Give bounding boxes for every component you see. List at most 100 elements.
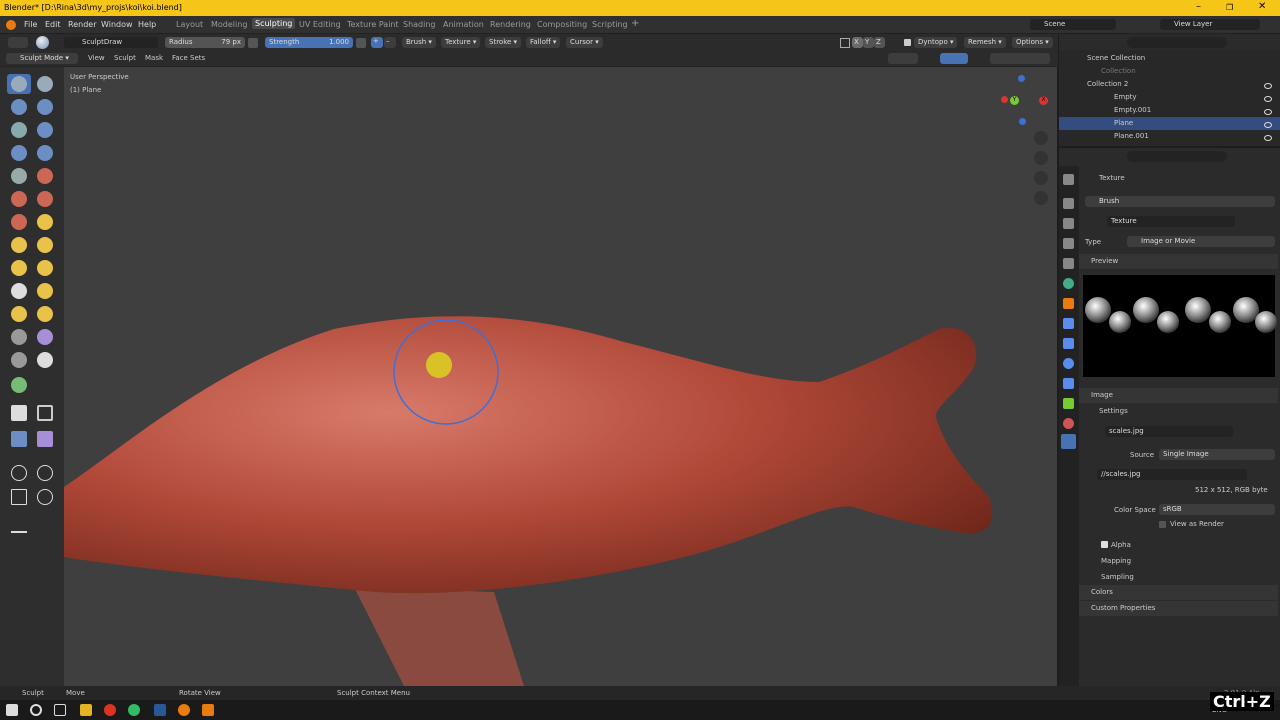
3d-viewport[interactable]: User Perspective (1) Plane X Y Z	[64, 67, 1057, 686]
tab-sculpting[interactable]: Sculpting	[252, 18, 296, 29]
source-dropdown[interactable]: Single Image	[1159, 449, 1275, 460]
colors-panel-header[interactable]: Colors	[1079, 585, 1278, 600]
stroke-dropdown[interactable]: Stroke ▾	[485, 37, 522, 48]
data-tab-icon[interactable]	[1063, 398, 1074, 409]
sampling-subpanel[interactable]: Sampling	[1101, 573, 1134, 581]
thumb-brush-icon[interactable]	[37, 260, 53, 276]
brush-preview-icon[interactable]	[36, 36, 49, 49]
ortho-grid-icon[interactable]	[1034, 191, 1048, 205]
texture-dropdown[interactable]: Texture ▾	[441, 37, 481, 48]
blender-taskbar-icon[interactable]	[178, 704, 190, 716]
gizmo-z-top[interactable]	[1018, 75, 1025, 82]
pressure-radius-icon[interactable]	[248, 38, 258, 48]
eye-icon[interactable]	[1264, 96, 1272, 102]
shading-modes-icon[interactable]	[990, 53, 1050, 64]
constraints-tab-icon[interactable]	[1063, 378, 1074, 389]
nudge-brush-icon[interactable]	[37, 283, 53, 299]
move-tool-icon[interactable]	[11, 465, 27, 481]
word-icon[interactable]	[154, 704, 166, 716]
transform-tool-icon[interactable]	[37, 489, 53, 505]
alpha-checkbox[interactable]	[1101, 541, 1108, 548]
rotate-brush-icon[interactable]	[11, 306, 27, 322]
scrape-brush-icon[interactable]	[37, 191, 53, 207]
annotate-tool-icon[interactable]	[11, 517, 27, 533]
menu-help[interactable]: Help	[138, 20, 156, 29]
elastic-deform-icon[interactable]	[37, 237, 53, 253]
scale-tool-icon[interactable]	[11, 489, 27, 505]
symmetry-x-toggle[interactable]: X	[852, 37, 863, 48]
tool-tab-icon[interactable]	[1063, 174, 1074, 185]
gizmo-x-axis[interactable]: X	[1039, 96, 1048, 105]
visibility-icon[interactable]	[888, 53, 918, 64]
world-tab-icon[interactable]	[1063, 278, 1074, 289]
koi-fish-mesh[interactable]	[64, 67, 1057, 686]
tab-uv-editing[interactable]: UV Editing	[299, 20, 341, 29]
outliner-row-empty-001[interactable]: Empty.001	[1059, 104, 1280, 117]
menu-face-sets[interactable]: Face Sets	[172, 54, 205, 62]
close-button[interactable]: ✕	[1258, 1, 1266, 12]
grab-brush-icon[interactable]	[11, 237, 27, 253]
texture-tab-icon[interactable]	[1061, 434, 1076, 449]
radius-field[interactable]: Radius 79 px	[165, 37, 245, 48]
slide-relax-icon[interactable]	[37, 306, 53, 322]
alpha-subpanel[interactable]: Alpha	[1111, 541, 1131, 549]
mode-selector[interactable]: Sculpt Mode ▾	[6, 53, 78, 64]
object-tab-icon[interactable]	[1063, 298, 1074, 309]
eye-icon[interactable]	[1264, 122, 1272, 128]
image-name-field[interactable]: scales.jpg	[1105, 426, 1233, 437]
rotate-tool-icon[interactable]	[37, 465, 53, 481]
pan-hand-icon[interactable]	[1034, 151, 1048, 165]
eye-icon[interactable]	[1264, 135, 1272, 141]
outliner-row-empty[interactable]: Empty	[1059, 91, 1280, 104]
overlays-icon[interactable]	[940, 53, 968, 64]
task-view-icon[interactable]	[54, 704, 66, 716]
physics-tab-icon[interactable]	[1063, 358, 1074, 369]
crease-brush-icon[interactable]	[37, 145, 53, 161]
material-tab-icon[interactable]	[1063, 418, 1074, 429]
subtract-direction-button[interactable]: –	[384, 37, 396, 48]
layer-brush-icon[interactable]	[11, 122, 27, 138]
menu-render[interactable]: Render	[68, 20, 96, 29]
texture-name-field[interactable]: Texture	[1107, 216, 1235, 227]
eye-icon[interactable]	[1264, 83, 1272, 89]
maximize-button[interactable]: ❐	[1226, 3, 1233, 12]
output-tab-icon[interactable]	[1063, 218, 1074, 229]
filepath-field[interactable]: //scales.jpg	[1097, 469, 1247, 480]
draw-face-sets-icon[interactable]	[11, 377, 27, 393]
box-hide-icon[interactable]	[37, 405, 53, 421]
particles-tab-icon[interactable]	[1063, 338, 1074, 349]
chrome-icon[interactable]	[128, 704, 140, 716]
falloff-dropdown[interactable]: Falloff ▾	[526, 37, 561, 48]
fill-brush-icon[interactable]	[11, 191, 27, 207]
render-tab-icon[interactable]	[1063, 198, 1074, 209]
tab-scripting[interactable]: Scripting	[592, 20, 628, 29]
snake-hook-icon[interactable]	[11, 260, 27, 276]
scene-selector[interactable]: Scene	[1030, 19, 1116, 30]
tab-shading[interactable]: Shading	[403, 20, 436, 29]
tab-animation[interactable]: Animation	[443, 20, 484, 29]
gizmo-z-neg[interactable]	[1019, 118, 1026, 125]
brush-icon[interactable]	[8, 37, 28, 48]
preview-panel-header[interactable]: Preview	[1079, 254, 1278, 269]
brush-dropdown[interactable]: Brush ▾	[402, 37, 436, 48]
eye-icon[interactable]	[1264, 109, 1272, 115]
add-workspace-button[interactable]: +	[631, 18, 639, 29]
cursor-dropdown[interactable]: Cursor ▾	[566, 37, 603, 48]
outliner-row-plane-001[interactable]: Plane.001	[1059, 130, 1280, 143]
add-direction-button[interactable]: +	[371, 37, 383, 48]
pressure-strength-icon[interactable]	[356, 38, 366, 48]
opera-icon[interactable]	[104, 704, 116, 716]
tab-modeling[interactable]: Modeling	[211, 20, 247, 29]
outliner-search-input[interactable]	[1127, 37, 1227, 48]
tab-rendering[interactable]: Rendering	[490, 20, 531, 29]
box-trim-icon[interactable]	[37, 431, 53, 447]
search-icon[interactable]	[30, 704, 42, 716]
cloth-brush-icon[interactable]	[37, 329, 53, 345]
clay-strips-brush-icon[interactable]	[37, 99, 53, 115]
zoom-icon[interactable]	[1034, 131, 1048, 145]
brush-name-field[interactable]: SculptDraw	[64, 37, 158, 48]
view-layer-tab-icon[interactable]	[1063, 238, 1074, 249]
mapping-subpanel[interactable]: Mapping	[1101, 557, 1131, 565]
dyntopo-dropdown[interactable]: Dyntopo ▾	[914, 37, 958, 48]
mask-brush-icon[interactable]	[37, 352, 53, 368]
